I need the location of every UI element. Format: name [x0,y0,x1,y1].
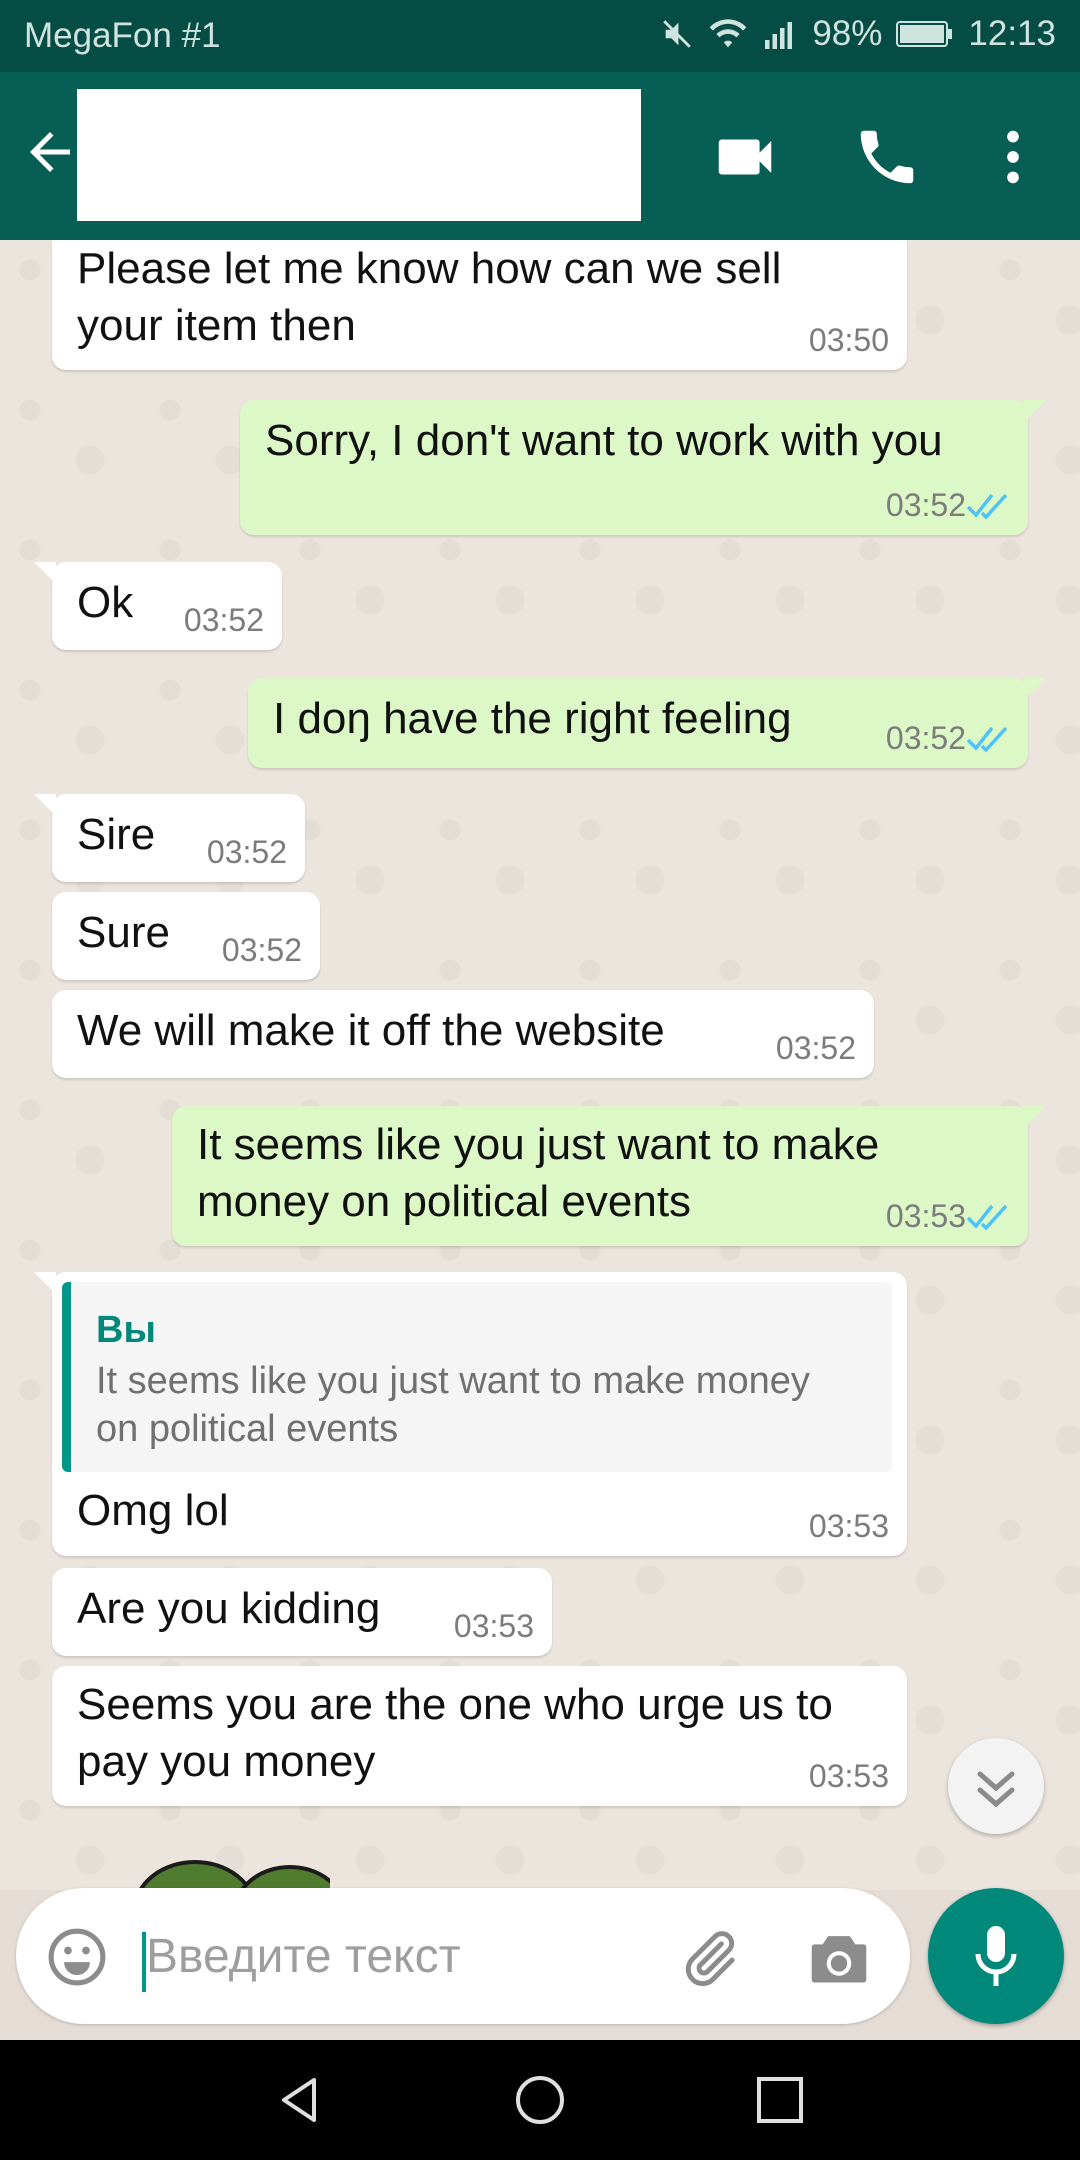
message-out[interactable]: It seems like you just want to make mone… [172,1106,1046,1246]
message-text: I doŋ have the right feeling [273,694,792,743]
message-input[interactable]: Введите текст [146,1933,461,1981]
system-navigation-bar [0,2040,1080,2160]
status-bar: MegaFon #1 98% 12:13 [0,0,1080,72]
more-vert-icon[interactable] [978,122,1048,192]
message-text: Sorry, I don't want to work with you [265,416,943,465]
message-time: 03:50 [808,322,889,358]
wifi-icon [710,19,747,48]
message-text: Omg lol [77,1486,229,1535]
message-text: Sure [77,908,170,957]
double-check-icon [966,726,1008,753]
bubble-tail [1024,1106,1046,1128]
voice-record-button[interactable] [928,1888,1064,2024]
message-in[interactable]: Seems you are the one who urge us to pay… [52,1666,907,1806]
message-text: Are you kidding [77,1584,381,1633]
message-text: We will make it off the website [77,1006,665,1055]
message-time: 03:53 [808,1508,889,1544]
signal-icon [765,22,793,49]
message-time: 03:53 [885,1198,966,1234]
message-text: Seems you are the one who urge us to [77,1680,833,1729]
message-text: Please let me know how can we sell [77,244,782,293]
message-time: 03:52 [885,487,966,523]
message-text: money on political events [197,1177,692,1226]
bubble-tail [34,1272,56,1294]
message-time: 03:52 [775,1030,856,1066]
contact-name-redacted[interactable] [77,89,641,221]
quoted-message[interactable]: Вы It seems like you just want to make m… [62,1282,892,1472]
message-in[interactable]: Sire 03:52 [34,794,305,882]
camera-icon[interactable] [806,1928,872,1988]
bubble-tail [34,794,56,816]
message-time: 03:53 [453,1608,534,1644]
status-icons: 98% 12:13 [660,14,1056,54]
scroll-to-bottom-button[interactable] [948,1738,1044,1834]
chevron-double-down-icon [977,1771,1015,1808]
bubble-tail [1024,400,1046,422]
message-in[interactable]: Ok 03:52 [34,562,282,650]
message-text: pay you money [77,1737,376,1786]
message-in-reply[interactable]: Вы It seems like you just want to make m… [34,1272,907,1556]
mic-icon [975,1926,1017,1986]
quoted-author: Вы [96,1309,156,1351]
phone-call-icon[interactable] [852,122,922,192]
carrier-name: MegaFon #1 [24,16,221,55]
sticker-partial[interactable] [130,1840,330,1890]
message-in[interactable]: Please let me know how can we sell your … [52,240,907,370]
bubble-tail [1024,678,1046,700]
double-check-icon [966,493,1008,520]
attach-icon[interactable] [676,1926,742,1992]
message-time: 03:52 [183,602,264,638]
back-arrow-icon[interactable] [20,122,80,182]
emoji-icon[interactable] [46,1926,108,1988]
battery-icon [896,21,953,47]
message-text: Ok [77,578,134,627]
mute-icon [663,20,692,48]
nav-back-icon[interactable] [270,2070,330,2130]
message-time: 03:52 [221,932,302,968]
message-list[interactable]: Please let me know how can we sell your … [0,240,1080,1890]
nav-home-icon[interactable] [510,2070,570,2130]
message-text: It seems like you just want to make [197,1120,880,1169]
chat-header [0,72,1080,240]
nav-recents-icon[interactable] [750,2070,810,2130]
message-text: your item then [77,301,356,350]
bubble-tail [34,562,56,584]
message-out[interactable]: Sorry, I don't want to work with you 03:… [240,400,1046,535]
battery-percent: 98% [812,14,883,53]
message-in[interactable]: Are you kidding 03:53 [52,1568,552,1656]
message-text: Sire [77,810,156,859]
message-in[interactable]: Sure 03:52 [52,892,320,980]
message-time: 03:52 [206,834,287,870]
video-call-icon[interactable] [710,122,780,192]
double-check-icon [966,1204,1008,1231]
message-out[interactable]: I doŋ have the right feeling 03:52 [248,678,1046,768]
message-in[interactable]: We will make it off the website 03:52 [52,990,874,1078]
message-composer: Введите текст [16,1888,910,2024]
clock: 12:13 [968,14,1056,53]
quoted-text: It seems like you just want to make mone… [96,1360,810,1450]
message-time: 03:52 [885,720,966,756]
message-time: 03:53 [808,1758,889,1794]
